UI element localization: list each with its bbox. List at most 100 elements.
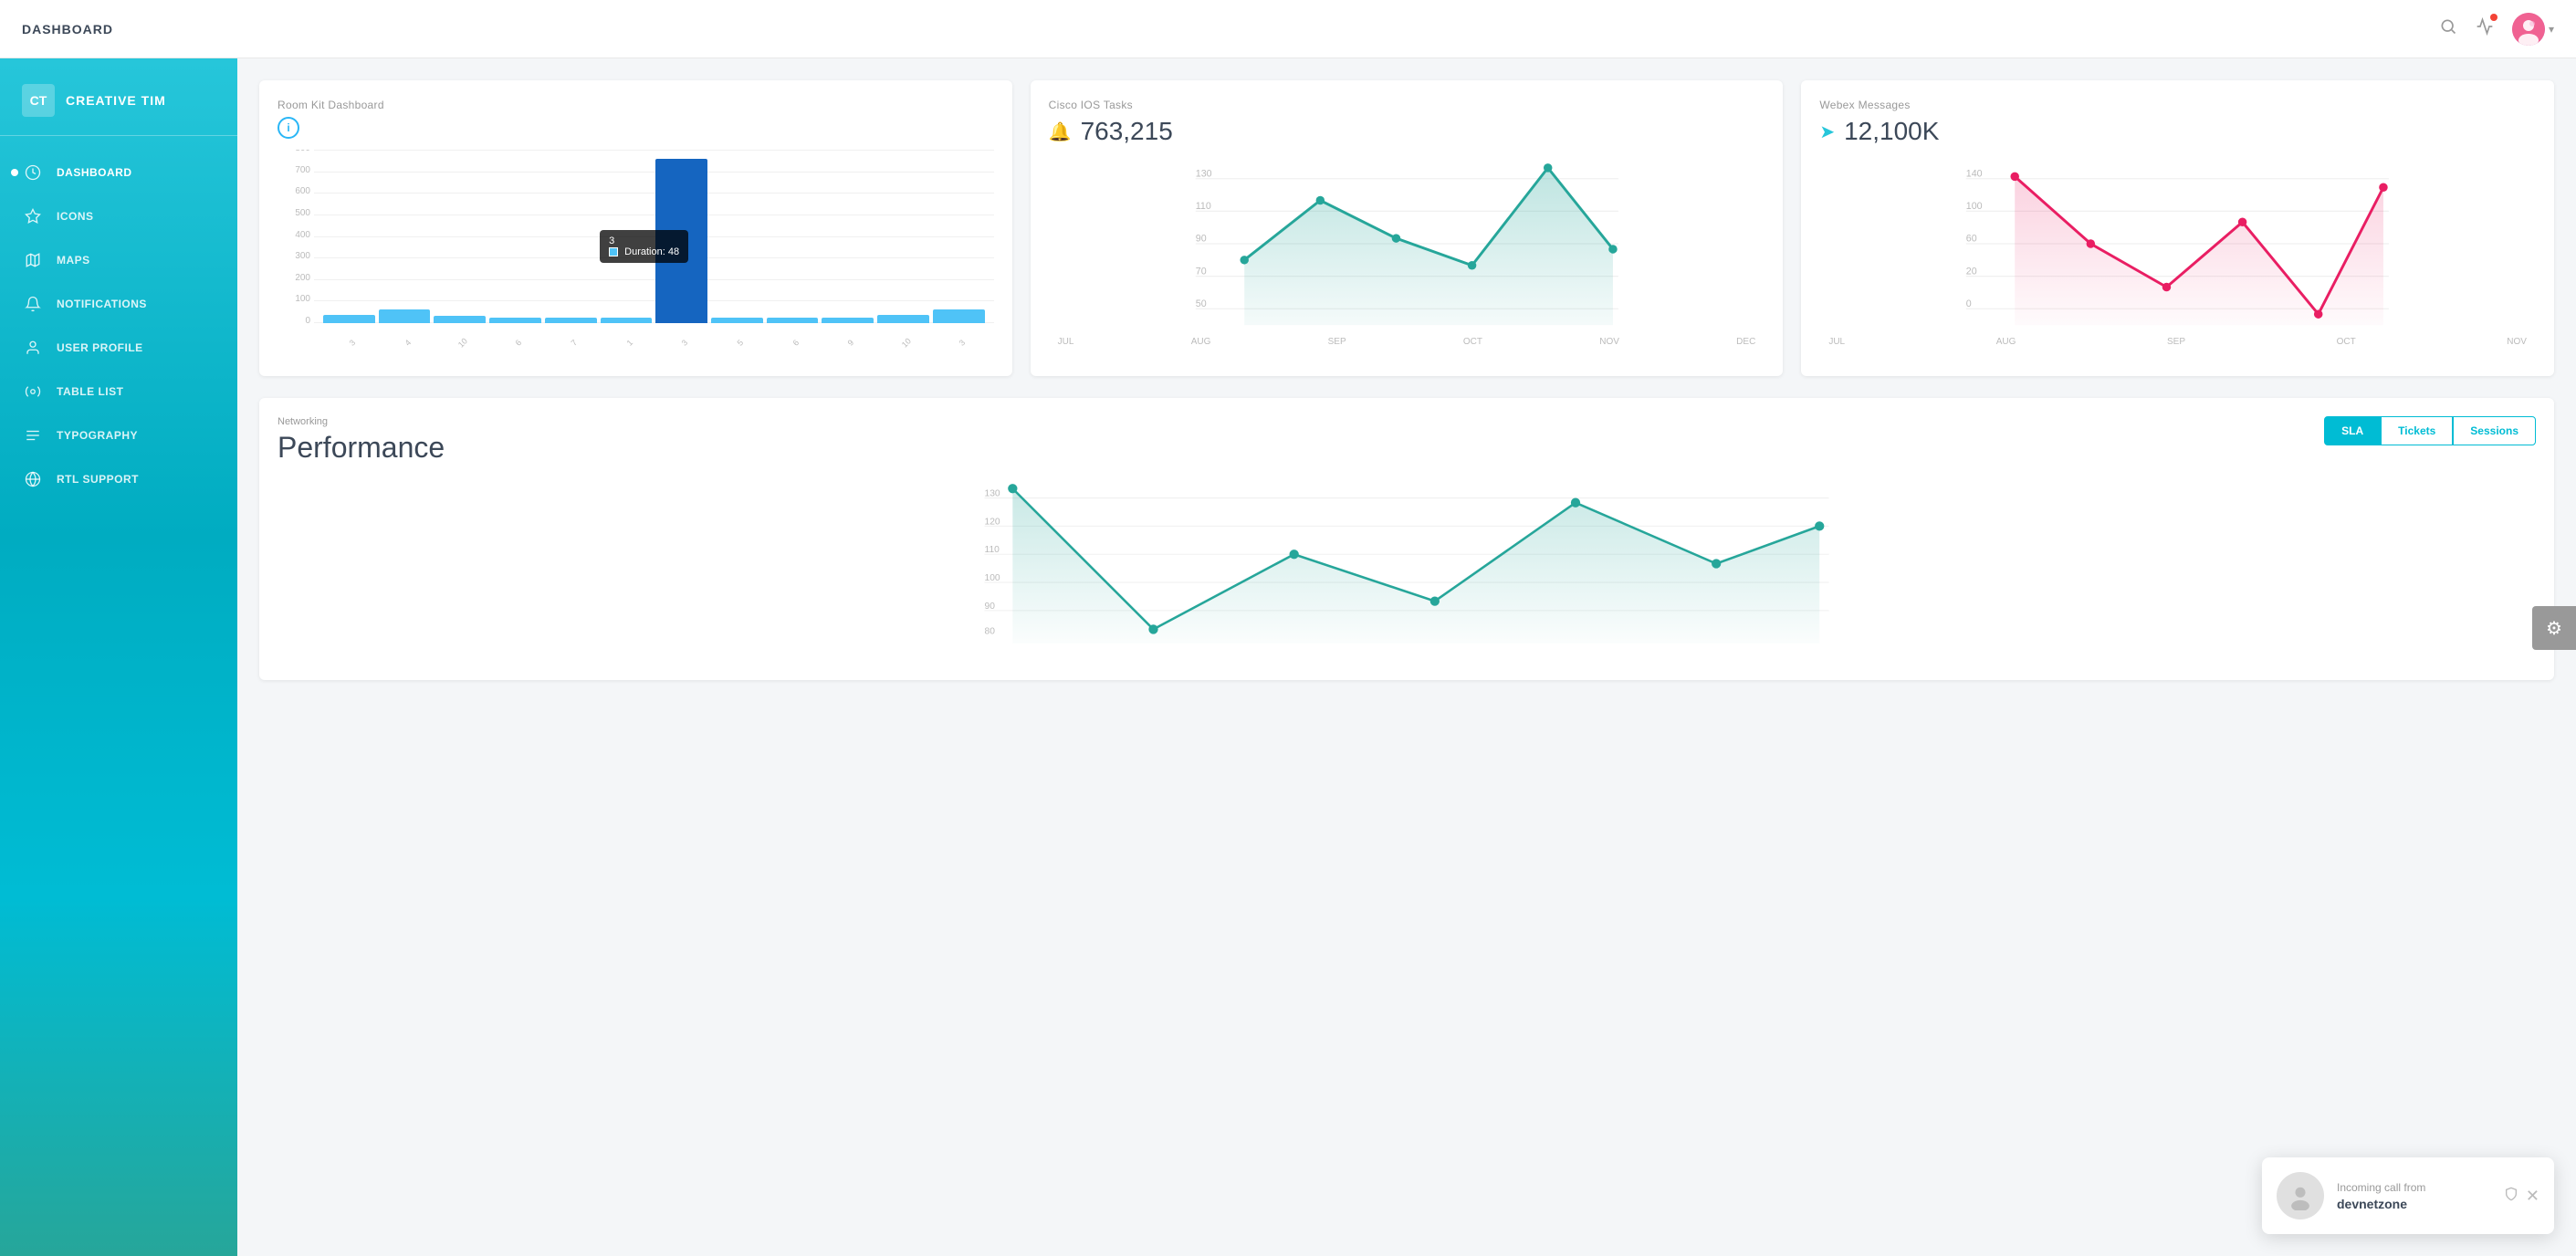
- px-label-jul: JUL: [1828, 337, 1845, 347]
- grid-label-1: 700: [277, 165, 310, 175]
- line-chart-green: 130 110 90 70 50: [1049, 157, 1765, 358]
- line-chart-green-svg: 130 110 90 70 50: [1049, 157, 1765, 330]
- networking-header: Networking Performance SLA Tickets Sessi…: [277, 416, 2536, 465]
- svg-text:60: 60: [1966, 234, 1977, 245]
- rtl-support-icon: [22, 468, 44, 490]
- grid-label-3: 500: [277, 208, 310, 218]
- avatar: [2512, 13, 2545, 46]
- avatar-dropdown-arrow: ▾: [2549, 23, 2554, 36]
- sidebar-item-user-profile[interactable]: USER PROFILE: [0, 326, 237, 370]
- px-label-oct: OCT: [2337, 337, 2356, 347]
- webex-card: Webex Messages ➤ 12,100K: [1801, 80, 2554, 376]
- x-label-nov: NOV: [1599, 337, 1619, 347]
- user-profile-label: USER PROFILE: [57, 341, 215, 354]
- sidebar-item-notifications[interactable]: NOTIFICATIONS: [0, 282, 237, 326]
- line-chart-pink-svg: 140 100 60 20 0: [1819, 157, 2536, 330]
- tooltip-box: [609, 247, 618, 256]
- x-label-aug: AUG: [1191, 337, 1211, 347]
- notification-badge: [2490, 14, 2497, 21]
- line-chart-x-labels: JUL AUG SEP OCT NOV DEC: [1049, 337, 1765, 347]
- main-content: Room Kit Dashboard i 8007006005004003002…: [237, 58, 2576, 1256]
- activity-icon[interactable]: [2476, 17, 2494, 41]
- svg-text:100: 100: [985, 573, 1000, 583]
- svg-text:0: 0: [1966, 298, 1972, 309]
- bar-x-label-11: 3: [940, 321, 983, 351]
- tab-sessions[interactable]: Sessions: [2453, 416, 2536, 445]
- cisco-ios-card: Cisco IOS Tasks 🔔 763,215: [1031, 80, 1784, 376]
- user-avatar-button[interactable]: ▾: [2512, 13, 2554, 46]
- x-label-jul: JUL: [1058, 337, 1074, 347]
- card3-title: Webex Messages: [1819, 99, 2536, 111]
- svg-text:140: 140: [1966, 168, 1983, 179]
- icons-label: ICONS: [57, 210, 215, 223]
- table-list-label: TABLE LIST: [57, 385, 215, 398]
- gear-icon: ⚙: [2546, 617, 2562, 640]
- bar-x-label-3: 6: [497, 321, 539, 351]
- table-list-icon: [22, 381, 44, 403]
- top-navigation: DASHBOARD ▾: [0, 0, 2576, 58]
- bar-x-label-8: 6: [774, 321, 817, 351]
- grid-label-6: 200: [277, 273, 310, 283]
- grid-label-8: 0: [277, 316, 310, 326]
- gear-button[interactable]: ⚙: [2532, 606, 2576, 650]
- tab-sla[interactable]: SLA: [2324, 416, 2381, 445]
- line-chart-pink: 140 100 60 20 0: [1819, 157, 2536, 358]
- rtl-support-label: RTL SUPPORT: [57, 473, 215, 486]
- px-label-aug: AUG: [1996, 337, 2016, 347]
- svg-text:90: 90: [985, 602, 996, 612]
- popup-close-button[interactable]: ✕: [2526, 1188, 2539, 1204]
- svg-text:110: 110: [985, 545, 1000, 555]
- card2-title: Cisco IOS Tasks: [1049, 99, 1765, 111]
- icons-icon: [22, 205, 44, 227]
- popup-text: Incoming call from devnetzone: [2337, 1181, 2491, 1211]
- cards-row: Room Kit Dashboard i 8007006005004003002…: [259, 80, 2554, 376]
- tab-tickets[interactable]: Tickets: [2381, 416, 2453, 445]
- layout: CT CREATIVE TIM DASHBOARDICONSMAPSNOTIFI…: [0, 58, 2576, 1256]
- sidebar-item-rtl-support[interactable]: RTL SUPPORT: [0, 457, 237, 501]
- line-chart-pink-x-labels: JUL AUG SEP OCT NOV: [1819, 337, 2536, 347]
- bar-x-label-9: 9: [830, 321, 873, 351]
- notifications-label: NOTIFICATIONS: [57, 298, 215, 310]
- popup-action-icon[interactable]: [2504, 1187, 2518, 1206]
- popup-title: Incoming call from: [2337, 1181, 2491, 1194]
- grid-label-4: 400: [277, 230, 310, 240]
- typography-icon: [22, 424, 44, 446]
- svg-text:130: 130: [985, 489, 1000, 499]
- card1-title: Room Kit Dashboard: [277, 99, 994, 111]
- px-label-sep: SEP: [2167, 337, 2185, 347]
- networking-chart: 130 120 110 100 90 80: [277, 479, 2536, 662]
- sidebar-item-dashboard[interactable]: DASHBOARD: [0, 151, 237, 194]
- bar-x-label-10: 10: [885, 321, 927, 351]
- maps-label: MAPS: [57, 254, 215, 267]
- card3-value: 12,100K: [1844, 117, 1939, 146]
- bar-x-label-7: 5: [718, 321, 761, 351]
- grid-label-7: 100: [277, 294, 310, 304]
- chart-x-labels: 34106713569103: [323, 340, 985, 349]
- svg-text:70: 70: [1195, 266, 1206, 277]
- bar-x-label-1: 4: [386, 321, 429, 351]
- popup-avatar-svg: [2286, 1181, 2315, 1210]
- sidebar-item-table-list[interactable]: TABLE LIST: [0, 370, 237, 413]
- bar-x-label-2: 10: [442, 321, 485, 351]
- svg-text:80: 80: [985, 627, 996, 637]
- px-label-nov: NOV: [2507, 337, 2527, 347]
- bar-x-label-0: 3: [330, 321, 373, 351]
- sidebar-item-icons[interactable]: ICONS: [0, 194, 237, 238]
- networking-label: Networking: [277, 416, 445, 427]
- bar-chart: 8007006005004003002001000 3 Duration: 48…: [277, 150, 994, 351]
- sidebar-item-maps[interactable]: MAPS: [0, 238, 237, 282]
- x-label-oct: OCT: [1463, 337, 1482, 347]
- search-icon[interactable]: [2439, 17, 2457, 41]
- bar-x-label-6: 3: [664, 321, 707, 351]
- grid-label-2: 600: [277, 186, 310, 196]
- card2-icon: 🔔: [1049, 120, 1072, 143]
- sidebar-item-typography[interactable]: TYPOGRAPHY: [0, 413, 237, 457]
- svg-text:50: 50: [1195, 298, 1206, 309]
- bar-x-label-4: 7: [552, 321, 595, 351]
- info-icon: i: [277, 117, 299, 139]
- active-dot: [11, 169, 18, 176]
- typography-label: TYPOGRAPHY: [57, 429, 215, 442]
- popup-actions: ✕: [2504, 1187, 2539, 1206]
- svg-text:100: 100: [1966, 201, 1983, 212]
- networking-title: Performance: [277, 431, 445, 465]
